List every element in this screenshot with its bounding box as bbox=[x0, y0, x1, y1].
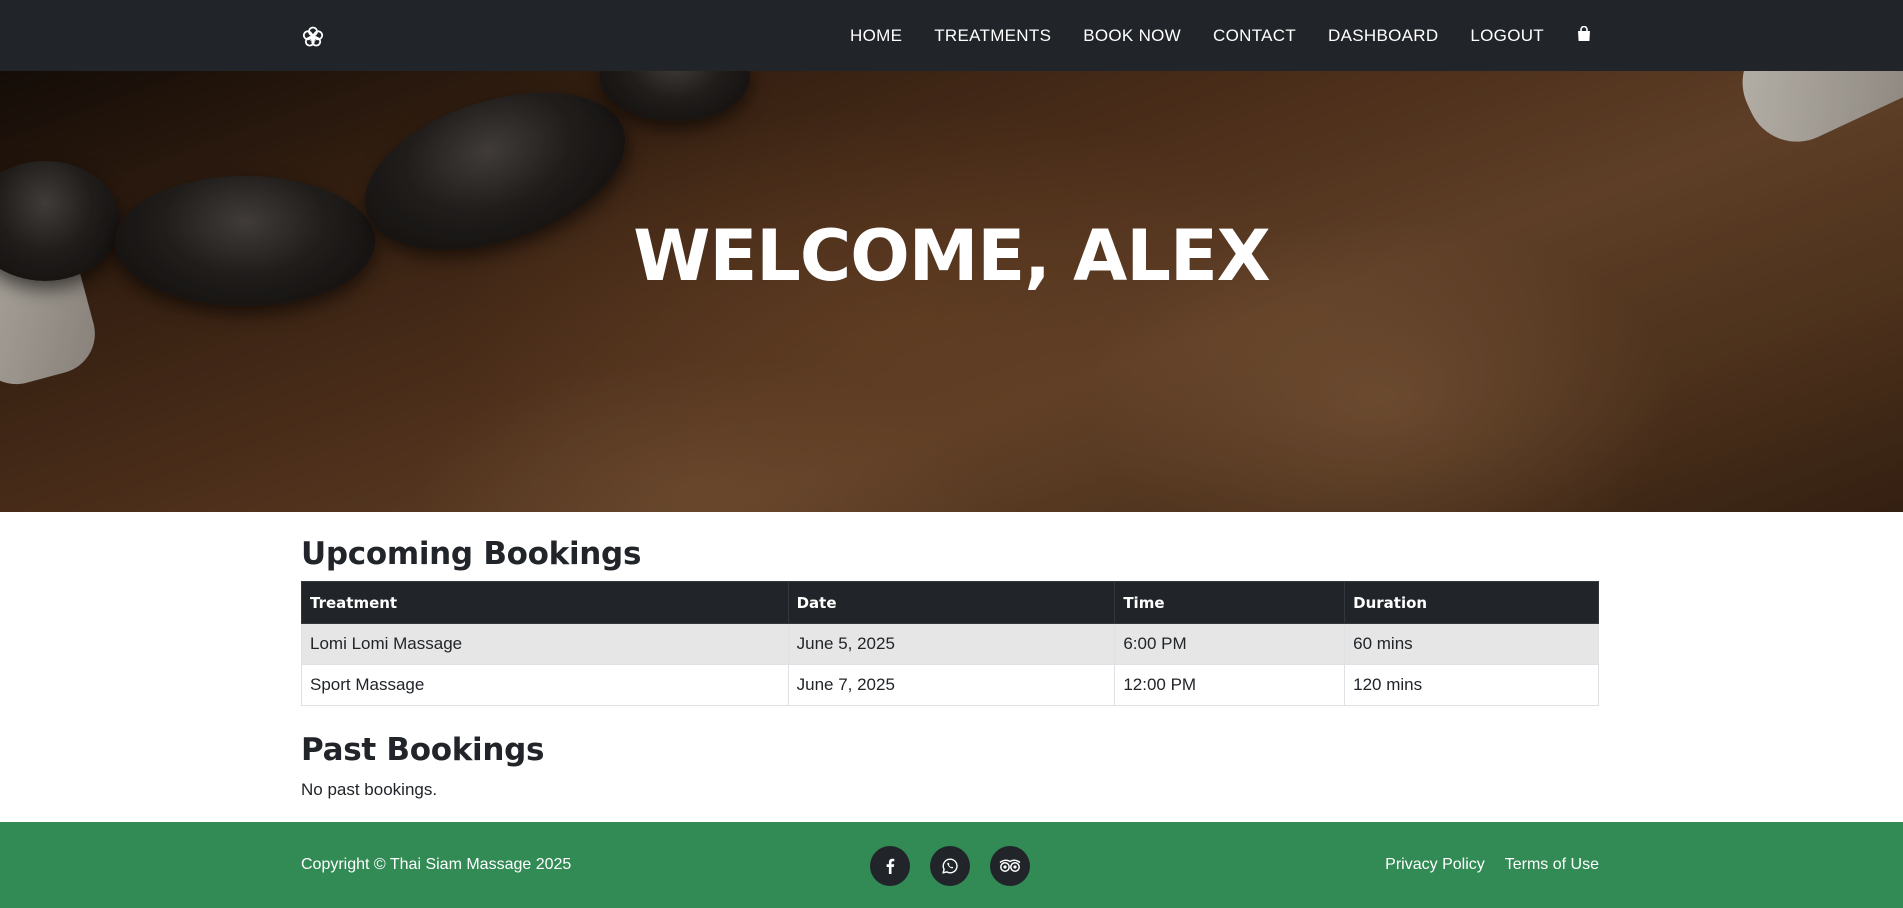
nav-logout-link[interactable]: LOGOUT bbox=[1470, 0, 1544, 71]
copyright-text: Copyright © Thai Siam Massage 2025 bbox=[301, 856, 572, 873]
cell-date: June 7, 2025 bbox=[787, 664, 1116, 706]
cell-treatment: Sport Massage bbox=[301, 664, 789, 706]
site-footer: Copyright © Thai Siam Massage 2025 Priva… bbox=[0, 822, 1903, 908]
upcoming-bookings-table: Treatment Date Time Duration Lomi Lomi M… bbox=[301, 581, 1599, 706]
shopping-bag-icon[interactable] bbox=[1576, 25, 1592, 43]
past-bookings-empty-message: No past bookings. bbox=[301, 780, 438, 799]
footer-links: Privacy Policy Terms of Use bbox=[1385, 856, 1599, 874]
social-links bbox=[870, 846, 1030, 886]
table-row: Sport Massage June 7, 2025 12:00 PM 120 … bbox=[301, 664, 1599, 706]
cell-duration: 60 mins bbox=[1344, 623, 1599, 665]
cell-time: 12:00 PM bbox=[1114, 664, 1346, 706]
nav-book-now-link[interactable]: BOOK NOW bbox=[1083, 0, 1181, 71]
table-row: Lomi Lomi Massage June 5, 2025 6:00 PM 6… bbox=[301, 623, 1599, 665]
whatsapp-icon[interactable] bbox=[930, 846, 970, 886]
cell-treatment: Lomi Lomi Massage bbox=[301, 623, 789, 665]
nav-treatments-link[interactable]: TREATMENTS bbox=[934, 0, 1051, 71]
flower-logo-icon[interactable] bbox=[301, 25, 325, 49]
tripadvisor-icon[interactable] bbox=[990, 846, 1030, 886]
column-header-time: Time bbox=[1114, 581, 1346, 624]
column-header-treatment: Treatment bbox=[301, 581, 789, 624]
terms-of-use-link[interactable]: Terms of Use bbox=[1505, 856, 1599, 874]
column-header-date: Date bbox=[787, 581, 1116, 624]
hero-banner: WELCOME, ALEX bbox=[0, 71, 1903, 512]
nav-contact-link[interactable]: CONTACT bbox=[1213, 0, 1296, 71]
top-navbar: HOME TREATMENTS BOOK NOW CONTACT DASHBOA… bbox=[0, 0, 1903, 71]
privacy-policy-link[interactable]: Privacy Policy bbox=[1385, 856, 1485, 874]
cell-time: 6:00 PM bbox=[1114, 623, 1346, 665]
nav-home-link[interactable]: HOME bbox=[850, 0, 902, 71]
upcoming-bookings-title: Upcoming Bookings bbox=[301, 536, 642, 572]
cell-date: June 5, 2025 bbox=[787, 623, 1116, 665]
column-header-duration: Duration bbox=[1344, 581, 1599, 624]
welcome-heading: WELCOME, ALEX bbox=[633, 215, 1271, 297]
cell-duration: 120 mins bbox=[1344, 664, 1599, 706]
table-header-row: Treatment Date Time Duration bbox=[301, 581, 1599, 624]
past-bookings-title: Past Bookings bbox=[301, 732, 545, 768]
facebook-icon[interactable] bbox=[870, 846, 910, 886]
nav-dashboard-link[interactable]: DASHBOARD bbox=[1328, 0, 1438, 71]
main-nav: HOME TREATMENTS BOOK NOW CONTACT DASHBOA… bbox=[850, 0, 1592, 71]
